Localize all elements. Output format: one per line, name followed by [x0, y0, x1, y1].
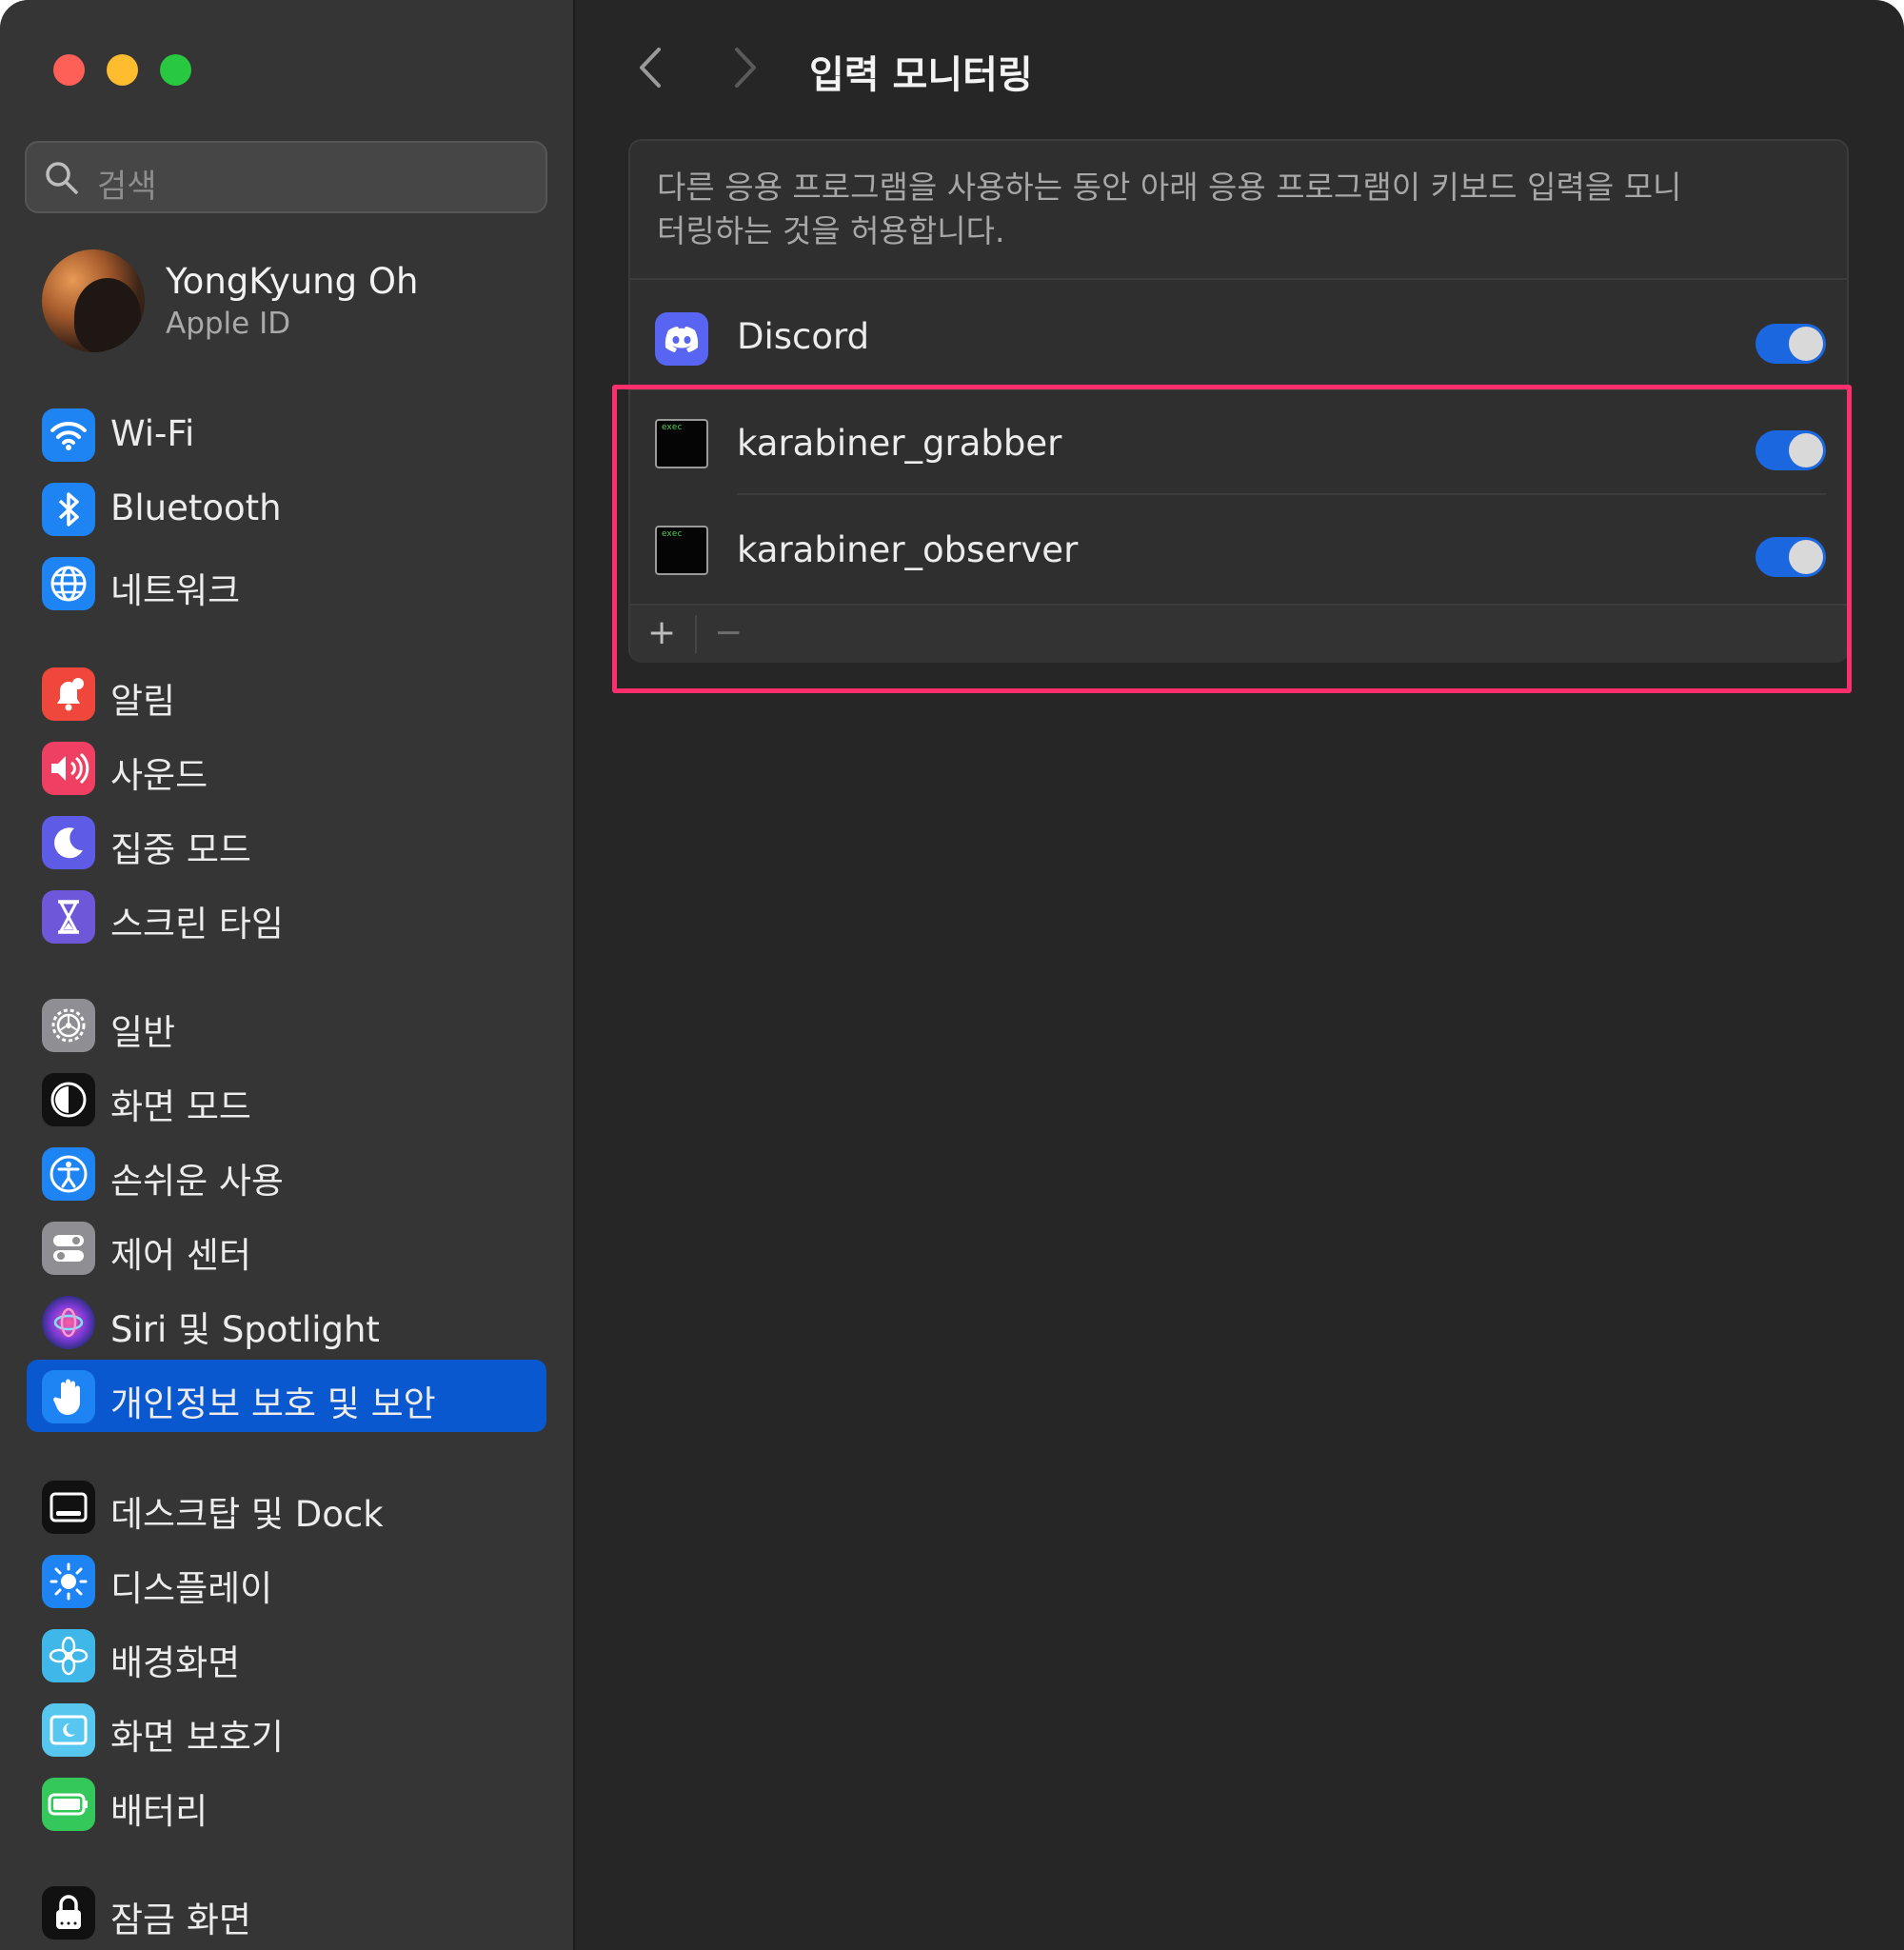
sidebar-item-battery[interactable]: 배터리	[27, 1767, 546, 1840]
sidebar-item-screen-saver[interactable]: 화면 보호기	[27, 1693, 546, 1765]
speaker-icon	[42, 742, 95, 795]
sidebar-item-siri-spotlight[interactable]: Siri 및 Spotlight	[27, 1285, 546, 1358]
sidebar-item-label: Bluetooth	[110, 488, 282, 528]
sidebar-item-focus[interactable]: 집중 모드	[27, 806, 546, 878]
sidebar-item-label: 집중 모드	[110, 829, 251, 870]
sidebar-item-label: 화면 보호기	[110, 1717, 284, 1758]
sidebar-item-wifi[interactable]: Wi-Fi	[27, 398, 546, 470]
lock-icon	[42, 1886, 95, 1940]
sidebar-item-label: 화면 모드	[110, 1086, 251, 1127]
sidebar-item-displays[interactable]: 디스플레이	[27, 1544, 546, 1617]
hand-icon	[42, 1370, 95, 1423]
accessibility-icon	[42, 1147, 95, 1201]
bluetooth-icon	[42, 483, 95, 536]
sidebar-item-accessibility[interactable]: 손쉬운 사용	[27, 1137, 546, 1209]
sun-icon	[42, 1555, 95, 1608]
apple-id-profile[interactable]: YongKyung Oh Apple ID	[42, 249, 546, 354]
search-icon	[46, 162, 78, 194]
settings-window: 검색 YongKyung Oh Apple ID Wi-Fi Bluetooth…	[0, 0, 1904, 1950]
gear-icon	[42, 999, 95, 1052]
sidebar-item-appearance[interactable]: 화면 모드	[27, 1063, 546, 1135]
sidebar-item-sound[interactable]: 사운드	[27, 731, 546, 804]
sidebar-item-label: 잠금 화면	[110, 1900, 251, 1940]
search-field[interactable]: 검색	[25, 141, 547, 213]
app-name: Discord	[737, 316, 870, 357]
sidebar-item-label: 사운드	[110, 755, 208, 796]
wifi-icon	[42, 408, 95, 462]
dock-icon	[42, 1481, 95, 1534]
avatar	[42, 249, 145, 352]
siri-icon	[42, 1296, 95, 1349]
sidebar-item-label: 배터리	[110, 1791, 208, 1832]
discord-toggle[interactable]	[1755, 324, 1826, 364]
globe-icon	[42, 557, 95, 610]
sidebar-item-label: 알림	[110, 681, 176, 722]
sidebar-item-label: 스크린 타임	[110, 904, 284, 945]
sidebar-item-bluetooth[interactable]: Bluetooth	[27, 472, 546, 545]
appearance-icon	[42, 1073, 95, 1126]
sidebar-item-label: 배경화면	[110, 1642, 241, 1683]
flower-icon	[42, 1629, 95, 1682]
control-center-icon	[42, 1222, 95, 1275]
panel-description: 다른 응용 프로그램을 사용하는 동안 아래 응용 프로그램이 키보드 입력을 …	[657, 169, 1682, 249]
zoom-button[interactable]	[160, 54, 191, 86]
app-row-discord: Discord	[630, 284, 1847, 388]
back-button[interactable]	[636, 46, 664, 90]
sidebar-item-label: 디스플레이	[110, 1568, 273, 1609]
sidebar-item-label: 데스크탑 및 Dock	[110, 1494, 384, 1535]
battery-icon	[42, 1778, 95, 1831]
minimize-button[interactable]	[107, 54, 138, 86]
moon-icon	[42, 816, 95, 869]
sidebar-item-general[interactable]: 일반	[27, 988, 546, 1061]
sidebar: 검색 YongKyung Oh Apple ID Wi-Fi Bluetooth…	[0, 0, 575, 1950]
sidebar-item-lock-screen[interactable]: 잠금 화면	[27, 1876, 546, 1948]
page-title: 입력 모니터링	[809, 53, 1033, 97]
close-button[interactable]	[53, 54, 85, 86]
profile-name: YongKyung Oh	[166, 261, 419, 302]
sidebar-item-label: 손쉬운 사용	[110, 1161, 284, 1202]
sidebar-item-label: 일반	[110, 1012, 176, 1053]
annotation-highlight-box	[612, 385, 1852, 693]
search-placeholder: 검색	[97, 168, 157, 206]
bell-icon	[42, 667, 95, 721]
sidebar-item-wallpaper[interactable]: 배경화면	[27, 1619, 546, 1691]
sidebar-item-control-center[interactable]: 제어 센터	[27, 1211, 546, 1283]
forward-button[interactable]	[731, 46, 760, 90]
sidebar-item-label: Wi-Fi	[110, 413, 195, 454]
sidebar-item-label: Siri 및 Spotlight	[110, 1309, 380, 1350]
profile-subtitle: Apple ID	[166, 307, 291, 341]
sidebar-item-notifications[interactable]: 알림	[27, 657, 546, 729]
sidebar-item-label: 개인정보 보호 및 보안	[110, 1383, 436, 1424]
sidebar-item-label: 제어 센터	[110, 1235, 251, 1276]
sidebar-item-label: 네트워크	[110, 570, 241, 611]
sidebar-item-screen-time[interactable]: 스크린 타임	[27, 880, 546, 952]
sidebar-item-network[interactable]: 네트워크	[27, 547, 546, 619]
discord-icon	[655, 312, 708, 366]
sidebar-item-desktop-dock[interactable]: 데스크탑 및 Dock	[27, 1470, 546, 1542]
sidebar-item-privacy-security[interactable]: 개인정보 보호 및 보안	[27, 1360, 546, 1432]
screensaver-icon	[42, 1703, 95, 1757]
hourglass-icon	[42, 890, 95, 944]
